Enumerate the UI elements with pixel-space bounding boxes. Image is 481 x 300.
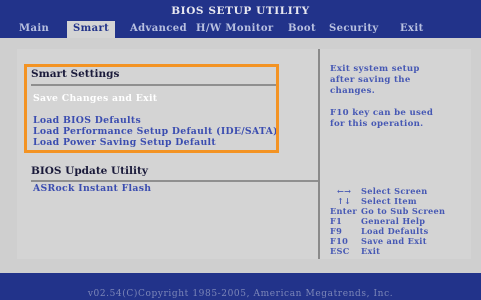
- key-legend-row: F10 Save and Exit: [330, 236, 427, 246]
- tab-hw-monitor[interactable]: H/W Monitor: [196, 21, 274, 38]
- key-legend-row: Enter Go to Sub Screen: [330, 206, 446, 216]
- tab-main[interactable]: Main: [19, 21, 49, 38]
- asrock-instant-flash-option[interactable]: ASRock Instant Flash: [33, 183, 151, 194]
- tab-exit[interactable]: Exit: [400, 21, 424, 38]
- bios-title: BIOS SETUP UTILITY: [171, 5, 310, 17]
- key-legend-row: ESC Exit: [330, 246, 381, 256]
- key-legend-row: ↑↓ Select Item: [337, 196, 417, 206]
- bios-title-bar: BIOS SETUP UTILITY: [0, 0, 481, 20]
- help-text-line: Exit system setup: [330, 64, 420, 74]
- tab-advanced[interactable]: Advanced: [130, 21, 187, 38]
- key-legend-row: F1 General Help: [330, 216, 426, 226]
- arrow-left-right-icon: ←→: [337, 186, 352, 196]
- help-text-line: F10 key can be used: [330, 108, 434, 118]
- copyright-text: v02.54(C)Copyright 1985-2005, American M…: [87, 289, 394, 299]
- tab-boot[interactable]: Boot: [288, 21, 316, 38]
- help-text-line: after saving the: [330, 75, 411, 85]
- highlight-annotation-box: [24, 64, 279, 153]
- key-legend-row: F9 Load Defaults: [330, 226, 429, 236]
- bios-update-heading: BIOS Update Utility: [31, 165, 148, 177]
- bios-screen: BIOS SETUP UTILITY Main Smart Advanced H…: [0, 0, 481, 300]
- arrow-up-down-icon: ↑↓: [337, 196, 352, 206]
- help-text-line: for this operation.: [330, 119, 424, 129]
- tab-smart[interactable]: Smart: [67, 21, 116, 38]
- help-text-line: changes.: [330, 86, 376, 96]
- key-legend-row: ←→ Select Screen: [337, 186, 428, 196]
- section-divider: [31, 180, 318, 182]
- tab-security[interactable]: Security: [329, 21, 379, 38]
- menu-bar: Main Smart Advanced H/W Monitor Boot Sec…: [0, 20, 481, 38]
